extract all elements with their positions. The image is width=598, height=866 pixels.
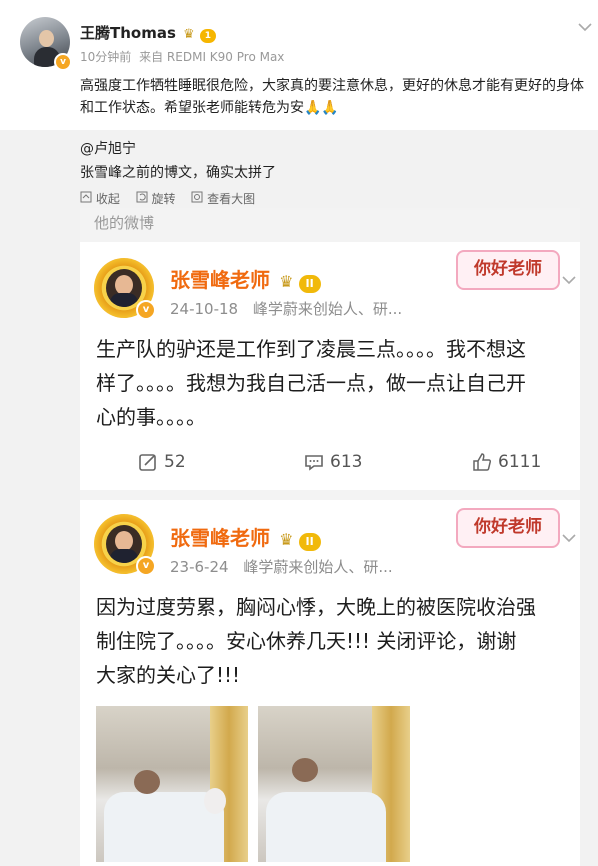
image-toolbar: 收起 旋转 查看大图: [80, 190, 255, 207]
comment-button[interactable]: 613: [304, 452, 362, 472]
level-badge: 1: [199, 29, 217, 43]
view-large-button[interactable]: 查看大图: [191, 191, 256, 206]
card-date: 23-6-24: [170, 558, 229, 576]
crown-icon: ♛: [279, 530, 294, 549]
card-header: 张雪峰老师 ♛ II: [170, 522, 321, 551]
repost-icon: [139, 454, 156, 471]
embedded-screenshot[interactable]: 他的微博 v 张雪峰老师 ♛ II 24-10-18 峰学蔚来创始人、研... …: [80, 208, 580, 866]
card-text-line: 样了。。。。我想为我自己活一点，做一点让自己开: [96, 371, 526, 395]
card-bio: 峰学蔚来创始人、研...: [252, 300, 403, 318]
card-username[interactable]: 张雪峰老师: [170, 526, 270, 550]
hospital-photo[interactable]: [96, 706, 248, 862]
username[interactable]: 王腾Thomas: [80, 24, 176, 42]
level-badge: II: [298, 275, 321, 293]
post-text-line: 高强度工作牺牲睡眠很危险，大家真的要注意休息，更好的休息才能有更好的身体: [80, 78, 584, 94]
card-text-line: 制住院了。。。。安心休养几天!!! 关闭评论，谢谢: [96, 629, 517, 653]
card-bio: 峰学蔚来创始人、研...: [243, 558, 393, 576]
card-text: 生产队的驴还是工作到了凌晨三点。。。。我不想这 样了。。。。我想为我自己活一点，…: [96, 332, 566, 434]
verified-badge-icon: v: [54, 53, 72, 71]
card-text-line: 因为过度劳累，胸闷心悸，大晚上的被医院收治强: [96, 595, 536, 619]
weibo-card: v 张雪峰老师 ♛ II 23-6-24 峰学蔚来创始人、研... 你好老师 因…: [80, 500, 580, 866]
repost-comment: 张雪峰之前的博文，确实太拼了: [80, 165, 276, 181]
collapse-button[interactable]: 收起: [80, 191, 124, 206]
post-meta: 10分钟前 来自 REDMI K90 Pro Max: [80, 48, 284, 65]
chevron-down-icon[interactable]: [578, 20, 592, 36]
card-username[interactable]: 张雪峰老师: [170, 268, 270, 292]
repost-button[interactable]: 52: [138, 452, 186, 472]
sticker: 你好老师: [456, 508, 560, 548]
rotate-icon: [136, 191, 148, 203]
view-large-label: 查看大图: [207, 192, 256, 206]
collapse-label: 收起: [95, 192, 120, 206]
rotate-button[interactable]: 旋转: [136, 191, 180, 206]
verified-badge-icon: v: [136, 300, 156, 320]
card-text: 因为过度劳累，胸闷心悸，大晚上的被医院收治强 制住院了。。。。安心休养几天!!!…: [96, 590, 566, 692]
comment-icon: [305, 455, 323, 471]
repost-count: 52: [164, 452, 186, 472]
like-count: 6111: [498, 452, 542, 472]
card-text-line: 大家的关心了!!!: [96, 663, 241, 687]
comment-count: 613: [330, 452, 363, 472]
post-text: 高强度工作牺牲睡眠很危险，大家真的要注意休息，更好的休息才能有更好的身体 和工作…: [80, 75, 590, 119]
sticker: 你好老师: [456, 250, 560, 290]
thumbs-up-icon: [473, 453, 492, 471]
card-text-line: 生产队的驴还是工作到了凌晨三点。。。。我不想这: [96, 337, 526, 361]
weibo-card: v 张雪峰老师 ♛ II 24-10-18 峰学蔚来创始人、研... 你好老师 …: [80, 242, 580, 490]
verified-badge-icon: v: [136, 556, 156, 576]
card-meta: 23-6-24 峰学蔚来创始人、研...: [170, 556, 393, 577]
post-time: 10分钟前: [80, 50, 132, 64]
post-header: 王腾Thomas ♛ 1: [80, 22, 217, 43]
post-source: 来自 REDMI K90 Pro Max: [139, 50, 285, 64]
hospital-photo[interactable]: [258, 706, 410, 862]
card-header: 张雪峰老师 ♛ II: [170, 264, 321, 293]
screenshot-header: 他的微博: [94, 214, 155, 232]
level-badge: II: [298, 533, 321, 551]
mention-link[interactable]: @卢旭宁: [80, 138, 136, 158]
crown-icon: ♛: [183, 27, 195, 42]
card-date: 24-10-18: [170, 300, 239, 318]
avatar[interactable]: v: [94, 514, 156, 576]
like-button[interactable]: 6111: [472, 452, 541, 472]
rotate-label: 旋转: [151, 192, 176, 206]
post-text-line: 和工作状态。希望张老师能转危为安🙏🙏: [80, 100, 339, 116]
crown-icon: ♛: [279, 272, 294, 291]
card-text-line: 心的事。。。。: [96, 405, 206, 429]
card-meta: 24-10-18 峰学蔚来创始人、研...: [170, 298, 402, 319]
magnify-icon: [191, 191, 203, 203]
chevron-down-icon[interactable]: [562, 270, 576, 289]
chevron-down-icon[interactable]: [562, 528, 576, 547]
collapse-icon: [80, 191, 92, 203]
avatar[interactable]: v: [94, 258, 156, 320]
